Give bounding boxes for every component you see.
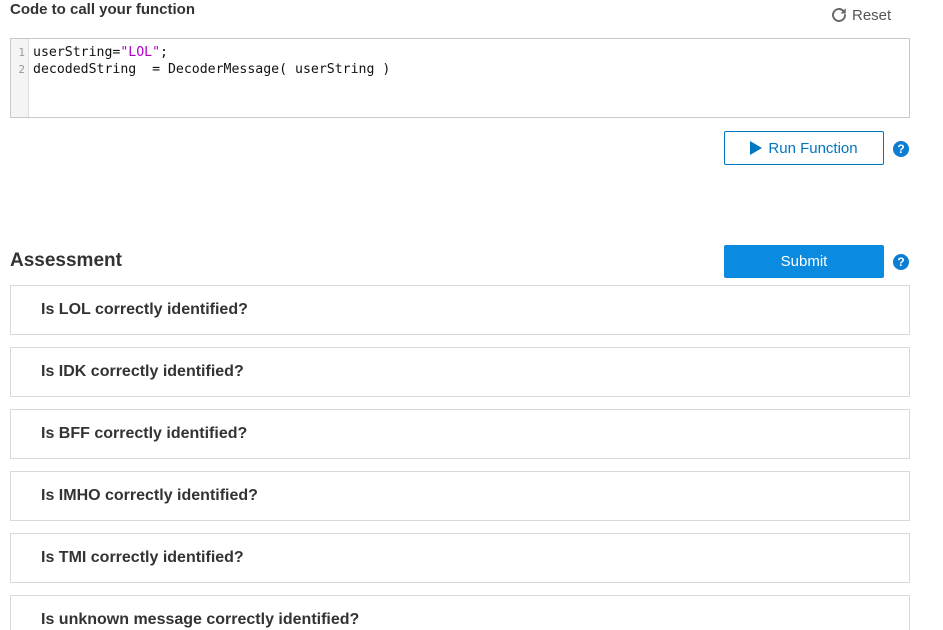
assessment-item[interactable]: Is LOL correctly identified? (10, 285, 910, 335)
code-lines[interactable]: userString="LOL"; decodedString = Decode… (29, 39, 390, 117)
run-function-button[interactable]: Run Function (724, 131, 884, 165)
line-number-gutter: 1 2 (11, 39, 29, 117)
assessment-item[interactable]: Is unknown message correctly identified? (10, 595, 910, 630)
string-literal: "LOL" (120, 45, 161, 60)
assessment-item[interactable]: Is BFF correctly identified? (10, 409, 910, 459)
code-text: ; (160, 45, 168, 60)
help-icon[interactable]: ? (893, 141, 909, 157)
submit-button[interactable]: Submit (724, 245, 884, 278)
assessment-item[interactable]: Is IDK correctly identified? (10, 347, 910, 397)
code-section-title: Code to call your function (10, 1, 196, 18)
play-icon (750, 141, 763, 155)
code-line-1[interactable]: userString="LOL"; (33, 44, 390, 61)
assessment-item[interactable]: Is TMI correctly identified? (10, 533, 910, 583)
run-function-label: Run Function (768, 139, 858, 157)
line-number: 2 (18, 63, 25, 76)
assessment-title: Assessment (10, 250, 122, 271)
line-number: 1 (18, 46, 25, 59)
code-text: userString= (33, 45, 121, 60)
code-line-2[interactable]: decodedString = DecoderMessage( userStri… (33, 61, 390, 78)
assessment-item[interactable]: Is IMHO correctly identified? (10, 471, 910, 521)
refresh-icon (832, 8, 846, 22)
help-icon[interactable]: ? (893, 254, 909, 270)
code-editor[interactable]: 1 2 userString="LOL"; decodedString = De… (10, 38, 910, 118)
reset-label: Reset (852, 6, 892, 24)
assessment-list: Is LOL correctly identified? Is IDK corr… (10, 285, 910, 630)
reset-button[interactable]: Reset (830, 6, 891, 24)
